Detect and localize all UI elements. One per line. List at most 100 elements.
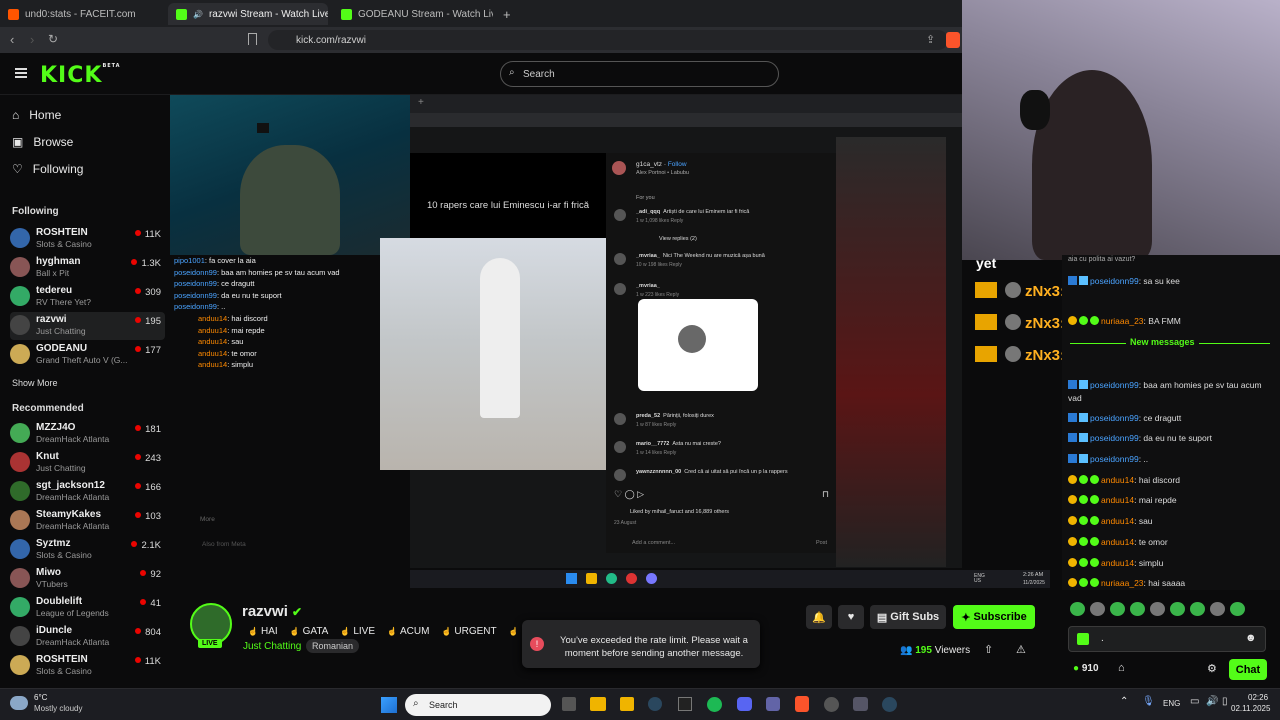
video-player[interactable]: + 10 rapers care lui Eminescu i-ar fi fr… xyxy=(170,95,962,568)
sidebar-channel[interactable]: ROSHTEIN Slots & Casino 11K xyxy=(10,652,165,680)
emote-icon[interactable] xyxy=(1110,602,1125,616)
chat-username[interactable]: anduu14 xyxy=(1101,558,1134,568)
chevron-up-icon[interactable]: ⌃ xyxy=(1120,696,1128,707)
brave-icon[interactable] xyxy=(795,696,809,712)
chat-username[interactable]: nuriaaa_23 xyxy=(1101,578,1144,588)
sidebar-channel[interactable]: Knut Just Chatting 243 xyxy=(10,449,165,477)
language-indicator[interactable]: ENG xyxy=(1163,699,1180,708)
save-icon[interactable]: ⊓ xyxy=(822,489,829,500)
emote-icon[interactable] xyxy=(1190,602,1205,616)
nav-browse[interactable]: ▣ Browse xyxy=(12,135,73,149)
sidebar-channel[interactable]: MZZJ4O DreamHack Atlanta 181 xyxy=(10,420,165,448)
steam-icon[interactable] xyxy=(882,697,897,712)
emote-icon[interactable] xyxy=(1090,602,1105,616)
follow-button[interactable]: ♥ xyxy=(838,605,864,629)
ig-add-comment[interactable]: Add a comment... xyxy=(632,540,675,546)
chat-send-button[interactable]: Chat xyxy=(1229,659,1267,680)
brave-shield-icon[interactable] xyxy=(946,32,960,48)
ig-post-button[interactable]: Post xyxy=(816,540,827,546)
terminal-icon[interactable] xyxy=(678,697,692,711)
share-icon[interactable]: ⇧ xyxy=(984,643,993,656)
chat-username[interactable]: nuriaaa_23 xyxy=(1101,316,1144,326)
taskbar-search[interactable]: ⌕ Search xyxy=(405,694,551,716)
url-field[interactable]: kick.com/razvwi xyxy=(268,30,948,50)
new-messages-label[interactable]: New messages xyxy=(1126,337,1199,347)
gear-icon[interactable]: ⚙ xyxy=(1207,662,1217,675)
sidebar-channel[interactable]: Syztmz Slots & Casino 2.1K xyxy=(10,536,165,564)
sidebar-channel[interactable]: ROSHTEIN Slots & Casino 11K xyxy=(10,225,165,253)
emote-icon[interactable] xyxy=(1070,602,1085,616)
ig-follow[interactable]: Follow xyxy=(668,161,687,168)
pause-icon[interactable] xyxy=(678,325,706,353)
store-icon[interactable] xyxy=(620,697,634,711)
forward-icon[interactable]: › xyxy=(30,32,34,47)
chat-username[interactable]: poseidonn99 xyxy=(1090,413,1139,423)
sidebar-channel[interactable]: Miwo VTubers 92 xyxy=(10,565,165,593)
emoji-icon[interactable]: ☻ xyxy=(1245,632,1257,644)
teams-icon[interactable] xyxy=(766,697,780,711)
notification-bell-button[interactable]: 🔔 xyxy=(806,605,832,629)
share-icon[interactable]: ⇪ xyxy=(926,33,935,46)
chat-username[interactable]: poseidonn99 xyxy=(1090,380,1139,390)
subscribe-button[interactable]: ✦ Subscribe xyxy=(953,605,1035,629)
sidebar-channel[interactable]: tedereu RV There Yet? 309 xyxy=(10,283,165,311)
file-explorer-icon[interactable] xyxy=(590,697,606,711)
app-icon[interactable] xyxy=(853,697,868,711)
sidebar-channel[interactable]: SteamyKakes DreamHack Atlanta 103 xyxy=(10,507,165,535)
bookmark-icon[interactable] xyxy=(248,33,257,45)
channel-points[interactable]: ● 910 xyxy=(1073,663,1099,674)
windows-start-icon[interactable] xyxy=(381,697,397,713)
sidebar-channel[interactable]: razvwi Just Chatting 195 xyxy=(10,312,165,340)
nav-home[interactable]: ⌂ Home xyxy=(12,108,61,122)
category-link[interactable]: Just Chatting xyxy=(243,641,301,652)
report-icon[interactable]: ⚠ xyxy=(1016,643,1026,656)
emote-icon[interactable] xyxy=(1130,602,1145,616)
sidebar-channel[interactable]: GODEANU Grand Theft Auto V (G... 177 xyxy=(10,341,165,369)
sidebar-channel[interactable]: hyghman Ball x Pit 1.3K xyxy=(10,254,165,282)
sidebar-channel[interactable]: iDuncle DreamHack Atlanta 804 xyxy=(10,623,165,651)
nav-following[interactable]: ♡ Following xyxy=(12,162,83,176)
gift-subs-button[interactable]: ▤ Gift Subs xyxy=(870,605,946,629)
search-input[interactable]: ⌕ Search xyxy=(500,61,779,87)
clock-date[interactable]: 02.11.2025 xyxy=(1231,704,1270,713)
app-icon[interactable] xyxy=(824,697,839,712)
new-tab-button[interactable]: + xyxy=(495,3,515,25)
reload-icon[interactable]: ↻ xyxy=(48,32,58,46)
network-icon[interactable]: ▭ xyxy=(1190,696,1199,707)
emote-icon[interactable] xyxy=(1210,602,1225,616)
clock-time[interactable]: 02:26 xyxy=(1248,693,1268,702)
streamer-name[interactable]: razvwi ✔ xyxy=(242,603,302,620)
chat-username[interactable]: poseidonn99 xyxy=(1090,454,1139,464)
menu-icon[interactable] xyxy=(15,68,27,78)
store-icon[interactable]: ⌂ xyxy=(1118,662,1125,674)
sidebar-channel[interactable]: Doublelift League of Legends 41 xyxy=(10,594,165,622)
emote-icon[interactable] xyxy=(1170,602,1185,616)
chat-username[interactable]: poseidonn99 xyxy=(1090,276,1139,286)
battery-icon[interactable]: ▯ xyxy=(1222,696,1228,707)
tab-godeanu[interactable]: GODEANU Stream - Watch Live on Kick xyxy=(333,3,493,25)
mic-icon[interactable]: 🎙 xyxy=(1142,696,1155,707)
back-icon[interactable]: ‹ xyxy=(10,32,14,47)
spotify-icon[interactable] xyxy=(707,697,722,712)
chat-input[interactable]: . ☻ xyxy=(1068,626,1266,652)
language-tag[interactable]: Romanian xyxy=(306,639,360,653)
volume-icon[interactable]: 🔊 xyxy=(1206,696,1218,707)
chat-username[interactable]: anduu14 xyxy=(1101,475,1134,485)
chat-username[interactable]: anduu14 xyxy=(1101,495,1134,505)
kick-logo[interactable]: KICKBETA xyxy=(40,63,121,88)
emote-icon[interactable] xyxy=(1230,602,1245,616)
steam-icon[interactable] xyxy=(648,697,662,711)
show-more-link[interactable]: Show More xyxy=(12,378,58,388)
chat-username[interactable]: anduu14 xyxy=(1101,537,1134,547)
discord-icon[interactable] xyxy=(737,697,752,711)
sidebar-channel[interactable]: sgt_jackson12 DreamHack Atlanta 166 xyxy=(10,478,165,506)
tab-razvwi[interactable]: 🔊razvwi Stream - Watch Live on Kick✕ xyxy=(168,3,328,25)
ig-action-icons[interactable]: ♡ ◯ ▷ xyxy=(614,489,644,500)
chat-username[interactable]: anduu14 xyxy=(1101,516,1134,526)
emote-icon[interactable] xyxy=(1150,602,1165,616)
emote-bar[interactable] xyxy=(1070,602,1270,618)
tab-faceit[interactable]: und0:stats - FACEIT.com xyxy=(0,3,165,25)
taskview-icon[interactable] xyxy=(562,697,576,711)
viewer-count: 41 xyxy=(140,598,161,609)
chat-username[interactable]: poseidonn99 xyxy=(1090,433,1139,443)
